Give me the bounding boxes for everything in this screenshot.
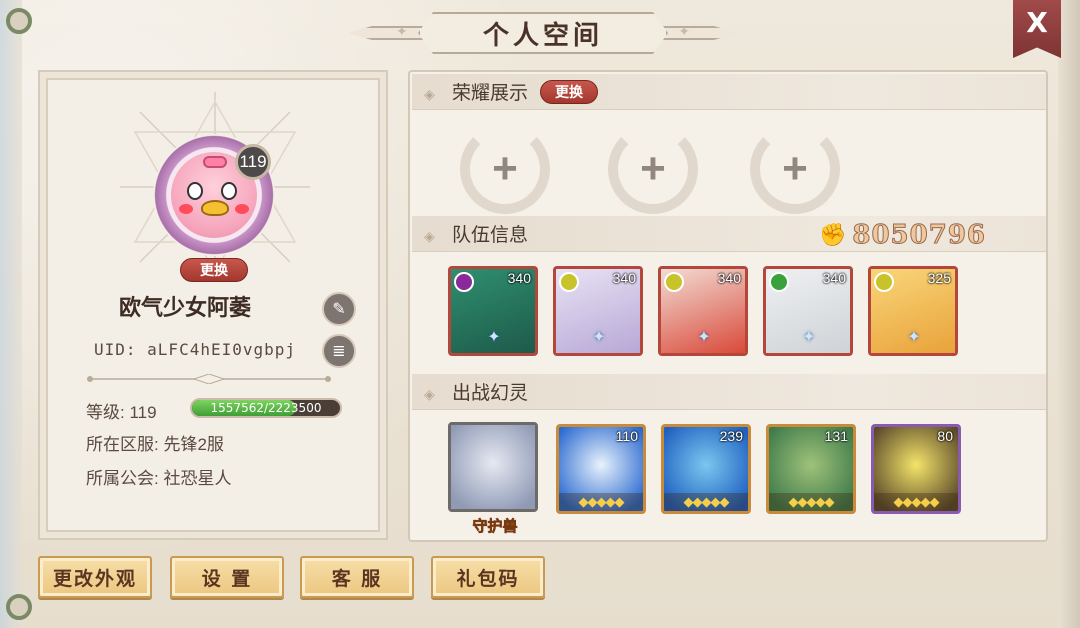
change-appearance-button[interactable]: 更改外观 [38, 556, 152, 598]
close-icon: X [1026, 6, 1048, 39]
page-title: 个人空间 [482, 20, 603, 51]
spirits-section-header: ◈ 出战幻灵 [412, 374, 1046, 410]
fist-icon: ✊ [818, 222, 847, 247]
team-member-card[interactable]: 340 ✦ [448, 266, 538, 356]
left-edge-decoration [0, 0, 22, 628]
info-panel: ◈ 荣耀展示 更换 + + + ◈ 队伍信息 ✊ 8050796 340 ✦ 340… [408, 70, 1048, 542]
sparkle-icon: ✦ [678, 23, 690, 39]
honor-slot-1[interactable]: + [460, 124, 550, 214]
rank-star-icon: ✦ [592, 329, 606, 346]
edit-name-button[interactable]: ✎ [322, 292, 356, 326]
server-label: 所在区服: 先锋2服 [86, 435, 224, 454]
spirit-stars: ◆◆◆◆◆ [769, 493, 853, 511]
diamond-icon: ◈ [424, 227, 435, 244]
rank-star-icon: ✦ [907, 329, 921, 346]
team-member-card[interactable]: 340 ✦ [658, 266, 748, 356]
hero-level: 340 [717, 270, 741, 286]
binder-ring-bottom [6, 594, 32, 620]
element-icon [874, 272, 894, 292]
plus-icon: + [640, 144, 666, 193]
team-member-card[interactable]: 340 ✦ [763, 266, 853, 356]
spirit-level: 131 [824, 428, 848, 444]
player-name: 欧气少女阿萎 [118, 295, 251, 321]
right-edge-decoration [1058, 0, 1080, 628]
spirit-level: 239 [719, 428, 743, 444]
pencil-icon: ✎ [332, 301, 346, 318]
hero-level: 325 [927, 270, 951, 286]
spirit-portrait [451, 425, 535, 509]
honor-section-header: ◈ 荣耀展示 更换 [412, 74, 1046, 110]
team-member-card[interactable]: 340 ✦ [553, 266, 643, 356]
change-honor-button[interactable]: 更换 [540, 79, 599, 104]
spirit-stars: ◆◆◆◆◆ [559, 493, 643, 511]
binder-ring-top [6, 8, 32, 34]
spirit-level: 110 [615, 428, 638, 444]
diamond-icon: ◈ [424, 85, 435, 102]
guardian-label: 守护兽 [472, 517, 518, 536]
support-button[interactable]: 客 服 [300, 556, 414, 598]
plus-icon: + [492, 144, 518, 193]
sparkle-icon: ✦ [396, 23, 408, 39]
hero-level: 340 [612, 270, 636, 286]
honor-title: 荣耀展示 [452, 83, 529, 104]
hero-level: 340 [822, 270, 846, 286]
level-label: 等级: 119 [86, 403, 157, 422]
uid-text: UID: aLFC4hEI0vgbpj [94, 340, 297, 359]
rank-star-icon: ✦ [487, 329, 501, 346]
exp-bar: 1557562/2223500 [190, 398, 342, 418]
title-banner: ✦ ✦ 个人空间 [348, 10, 738, 56]
title-box: 个人空间 [418, 12, 668, 54]
team-section-header: ◈ 队伍信息 ✊ 8050796 [412, 216, 1046, 252]
level-badge: 119 [235, 144, 271, 180]
hero-level: 340 [507, 270, 531, 286]
team-title: 队伍信息 [452, 225, 529, 246]
honor-slot-3[interactable]: + [750, 124, 840, 214]
guild-label: 所属公会: 社恐星人 [86, 469, 232, 488]
team-power: ✊ 8050796 [818, 220, 986, 251]
diamond-icon: ◈ [424, 385, 435, 402]
element-icon [664, 272, 684, 292]
element-icon [559, 272, 579, 292]
profile-card: 119 更换 欧气少女阿萎 ✎ UID: aLFC4hEI0vgbpj ≣ 等级… [38, 70, 388, 540]
spirits-title: 出战幻灵 [452, 383, 529, 404]
element-icon [454, 272, 474, 292]
plus-icon: + [782, 144, 808, 193]
spirit-card[interactable]: 131 ◆◆◆◆◆ [766, 424, 856, 514]
document-icon: ≣ [332, 343, 346, 360]
spirit-stars: ◆◆◆◆◆ [874, 493, 958, 511]
spirit-card[interactable]: 110 ◆◆◆◆◆ [556, 424, 646, 514]
copy-uid-button[interactable]: ≣ [322, 334, 356, 368]
spirit-level: 80 [937, 428, 953, 444]
honor-slot-2[interactable]: + [608, 124, 698, 214]
element-icon [769, 272, 789, 292]
spirit-stars: ◆◆◆◆◆ [664, 493, 748, 511]
rank-star-icon: ✦ [697, 329, 711, 346]
change-avatar-button[interactable]: 更换 [180, 258, 248, 282]
settings-button[interactable]: 设 置 [170, 556, 284, 598]
gift-code-button[interactable]: 礼包码 [431, 556, 545, 598]
spirit-card[interactable]: 239 ◆◆◆◆◆ [661, 424, 751, 514]
power-value: 8050796 [852, 220, 986, 251]
divider [87, 374, 331, 384]
guardian-beast-card[interactable] [448, 422, 538, 512]
spirit-card[interactable]: 80 ◆◆◆◆◆ [871, 424, 961, 514]
rank-star-icon: ✦ [802, 329, 816, 346]
team-member-card[interactable]: 325 ✦ [868, 266, 958, 356]
exp-text: 1557562/2223500 [210, 401, 322, 415]
